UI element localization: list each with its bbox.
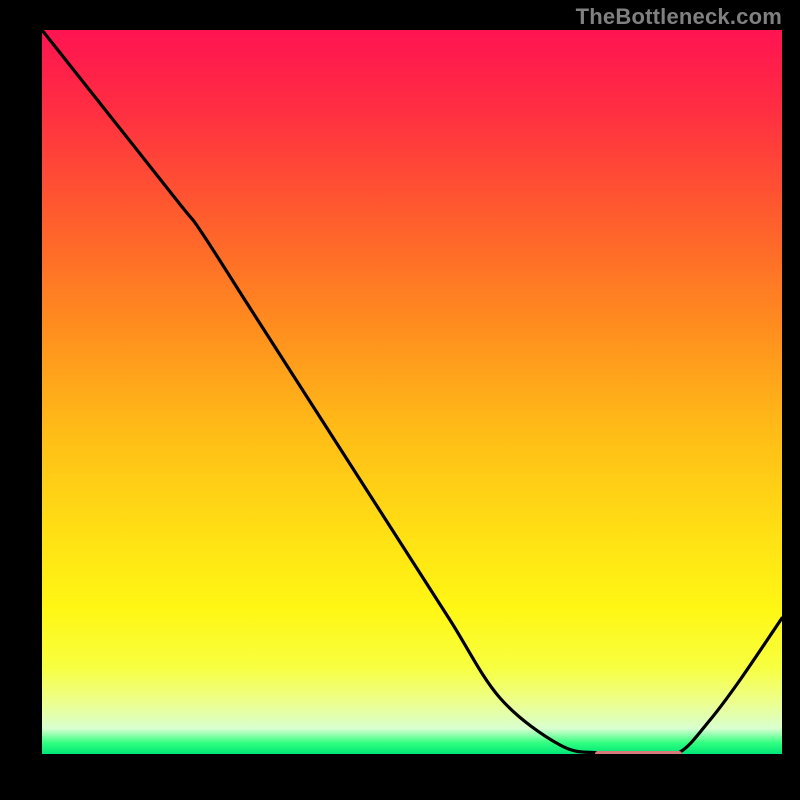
optimal-marker: [595, 751, 682, 758]
bottleneck-chart: [0, 0, 800, 800]
chart-container: TheBottleneck.com: [0, 0, 800, 800]
watermark-text: TheBottleneck.com: [576, 4, 782, 30]
gradient-background: [42, 30, 782, 754]
